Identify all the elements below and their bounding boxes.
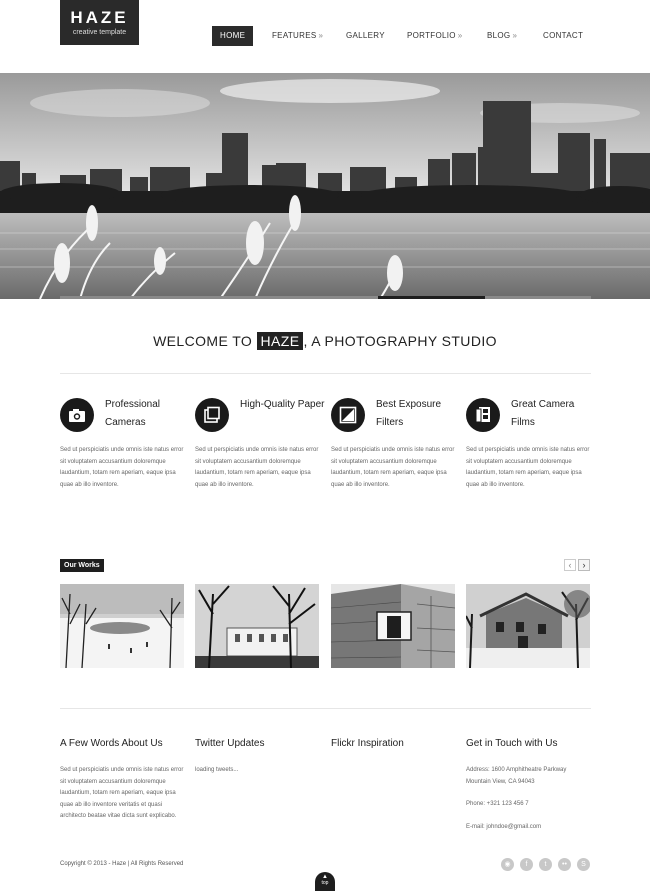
dropdown-arrow-icon: » [318,31,324,40]
welcome-highlight: HAZE [256,332,304,350]
feature-title: High-Quality Paper [240,399,325,410]
footer-flickr: Flickr Inspiration [331,737,459,751]
hero-skyline-illustration [0,73,650,299]
main-navigation: HOME FEATURES» GALLERY PORTFOLIO» BLOG» … [212,26,590,46]
nav-features-label: FEATURES [272,31,317,40]
welcome-heading: WELCOME TO HAZE, A PHOTOGRAPHY STUDIO [0,332,650,350]
work-thumbnail-brick-building[interactable] [331,584,455,668]
footer-twitter-title: Twitter Updates [195,738,265,749]
welcome-text-before: WELCOME TO [153,333,257,349]
filter-icon [331,398,365,432]
dropdown-arrow-icon: » [457,31,463,40]
divider [60,373,591,374]
nav-features[interactable]: FEATURES» [272,26,323,46]
nav-gallery-label: GALLERY [346,31,385,40]
work-thumbnail-mansion[interactable] [195,584,319,668]
footer-contact: Get in Touch with Us Address: 1600 Amphi… [466,737,594,833]
works-next-button[interactable]: › [578,559,590,571]
logo-name: HAZE [70,8,129,27]
nav-gallery[interactable]: GALLERY [346,26,385,46]
work-thumbnail-stone-house[interactable] [466,584,590,668]
nav-contact-label: CONTACT [543,31,584,40]
footer-twitter: Twitter Updates loading tweets... [195,737,323,777]
contact-address-line2: Mountain View, CA 94043 [466,778,535,785]
back-to-top-label: top [321,880,329,886]
nav-home-label: HOME [220,31,246,40]
footer-about-title: A Few Words About Us [60,738,163,749]
contact-email[interactable]: E-mail: johndoe@gmail.com [466,822,594,834]
back-to-top-button[interactable]: ▲ top [315,872,335,891]
our-works-heading: Our Works [60,559,104,572]
nav-home[interactable]: HOME [212,26,254,46]
contact-address-line1: Address: 1600 Amphitheatre Parkway [466,767,567,773]
slider-progress-indicator[interactable] [378,296,485,299]
camera-icon [60,398,94,432]
footer-about: A Few Words About Us Sed ut perspiciatis… [60,737,188,823]
feature-title: Best Exposure Filters [376,399,442,428]
works-prev-button[interactable]: ‹ [564,559,576,571]
divider [60,708,591,709]
footer-twitter-loading: loading tweets... [195,767,239,773]
nav-blog-label: BLOG [487,31,511,40]
feature-description: Sed ut perspiciatis unde omnis iste natu… [331,447,455,488]
hero-slider-image[interactable] [0,73,650,299]
footer-contact-title: Get in Touch with Us [466,738,558,749]
feature-description: Sed ut perspiciatis unde omnis iste natu… [60,447,184,488]
nav-portfolio-label: PORTFOLIO [407,31,456,40]
facebook-icon[interactable]: f [520,858,533,871]
feature-description: Sed ut perspiciatis unde omnis iste natu… [195,447,319,488]
footer-flickr-title: Flickr Inspiration [331,738,404,749]
dropdown-arrow-icon: » [512,31,518,40]
slider-progress-track[interactable] [60,296,591,299]
logo-tagline: creative template [72,29,127,36]
footer-about-text: Sed ut perspiciatis unde omnis iste natu… [60,767,184,819]
feature-title: Professional Cameras [105,399,161,428]
welcome-text-after: , A PHOTOGRAPHY STUDIO [303,333,497,349]
work-thumbnail-snow-park[interactable] [60,584,184,668]
flickr-icon[interactable]: •• [558,858,571,871]
feature-title: Great Camera Films [511,399,575,428]
twitter-icon[interactable]: t [539,858,552,871]
nav-portfolio[interactable]: PORTFOLIO» [407,26,463,46]
photo-paper-icon [195,398,229,432]
copyright-text: Copyright © 2013 - Haze | All Rights Res… [60,861,184,867]
feature-description: Sed ut perspiciatis unde omnis iste natu… [466,447,590,488]
nav-blog[interactable]: BLOG» [487,26,517,46]
skype-icon[interactable]: S [577,858,590,871]
nav-contact[interactable]: CONTACT [543,26,583,46]
film-icon [466,398,500,432]
contact-phone: Phone: +321 123 456 7 [466,801,529,807]
site-logo[interactable]: HAZE creative template [60,0,139,45]
rss-icon[interactable]: ◉ [501,858,514,871]
